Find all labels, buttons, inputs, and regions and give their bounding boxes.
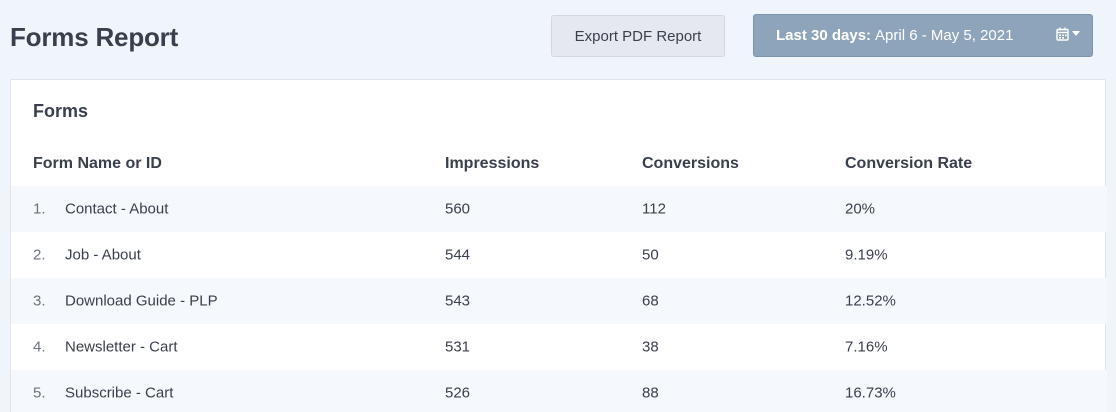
- row-index: 1.: [33, 200, 46, 218]
- row-index: 2.: [33, 246, 46, 264]
- form-name-text: Contact - About: [65, 200, 169, 218]
- column-header-rate[interactable]: Conversion Rate: [845, 155, 972, 173]
- table-row: 4. Newsletter - Cart 531 38 7.16%: [11, 324, 1107, 370]
- row-index: 3.: [33, 292, 46, 310]
- column-header-impressions[interactable]: Impressions: [445, 155, 539, 173]
- conversion-rate-value: 7.16%: [845, 338, 888, 356]
- form-name: 5. Subscribe - Cart: [33, 385, 173, 402]
- conversion-rate-value: 20%: [845, 200, 876, 218]
- column-header-name[interactable]: Form Name or ID: [33, 155, 162, 173]
- conversions-value: 88: [642, 384, 659, 402]
- card-title: Forms: [33, 101, 89, 121]
- table-row: 5. Subscribe - Cart 526 88 16.73%: [11, 370, 1107, 412]
- form-name-text: Subscribe - Cart: [65, 384, 174, 402]
- impressions-value: 543: [445, 292, 471, 310]
- form-name: 2. Job - About: [33, 247, 141, 264]
- date-range-label: Last 30 days:: [776, 27, 872, 44]
- caret-down-icon: [1072, 31, 1080, 36]
- forms-card: Forms Form Name or ID Impressions Conver…: [10, 79, 1107, 412]
- table-header: Form Name or ID Impressions Conversions …: [11, 142, 1107, 186]
- forms-table: Form Name or ID Impressions Conversions …: [11, 142, 1107, 412]
- forms-report-page: Forms Report Export PDF Report Last 30 d…: [0, 0, 1116, 412]
- date-range-picker[interactable]: Last 30 days: April 6 - May 5, 2021: [753, 14, 1093, 57]
- conversion-rate-value: 9.19%: [845, 246, 888, 264]
- form-name-text: Download Guide - PLP: [65, 292, 218, 310]
- form-name-text: Newsletter - Cart: [65, 338, 178, 356]
- row-index: 5.: [33, 384, 46, 402]
- impressions-value: 560: [445, 200, 471, 218]
- form-name: 4. Newsletter - Cart: [33, 339, 178, 356]
- conversions-value: 38: [642, 338, 659, 356]
- conversion-rate-value: 16.73%: [845, 384, 896, 402]
- impressions-value: 526: [445, 384, 471, 402]
- report-header: Forms Report Export PDF Report Last 30 d…: [0, 0, 1116, 80]
- column-header-conversions[interactable]: Conversions: [642, 155, 739, 173]
- form-name: 1. Contact - About: [33, 201, 168, 218]
- date-range-value: April 6 - May 5, 2021: [875, 27, 1014, 44]
- date-picker-toggle[interactable]: [1056, 27, 1080, 41]
- export-pdf-button[interactable]: Export PDF Report: [551, 15, 725, 57]
- page-title: Forms Report: [10, 22, 179, 52]
- table-row: 3. Download Guide - PLP 543 68 12.52%: [11, 278, 1107, 324]
- table-row: 1. Contact - About 560 112 20%: [11, 186, 1107, 232]
- impressions-value: 544: [445, 246, 471, 264]
- form-name-text: Job - About: [65, 246, 141, 264]
- table-row: 2. Job - About 544 50 9.19%: [11, 232, 1107, 278]
- form-name: 3. Download Guide - PLP: [33, 293, 218, 310]
- conversions-value: 68: [642, 292, 659, 310]
- calendar-icon: [1056, 27, 1069, 41]
- conversions-value: 112: [642, 200, 666, 218]
- row-index: 4.: [33, 338, 46, 356]
- impressions-value: 531: [445, 338, 471, 356]
- conversion-rate-value: 12.52%: [845, 292, 896, 310]
- conversions-value: 50: [642, 246, 659, 264]
